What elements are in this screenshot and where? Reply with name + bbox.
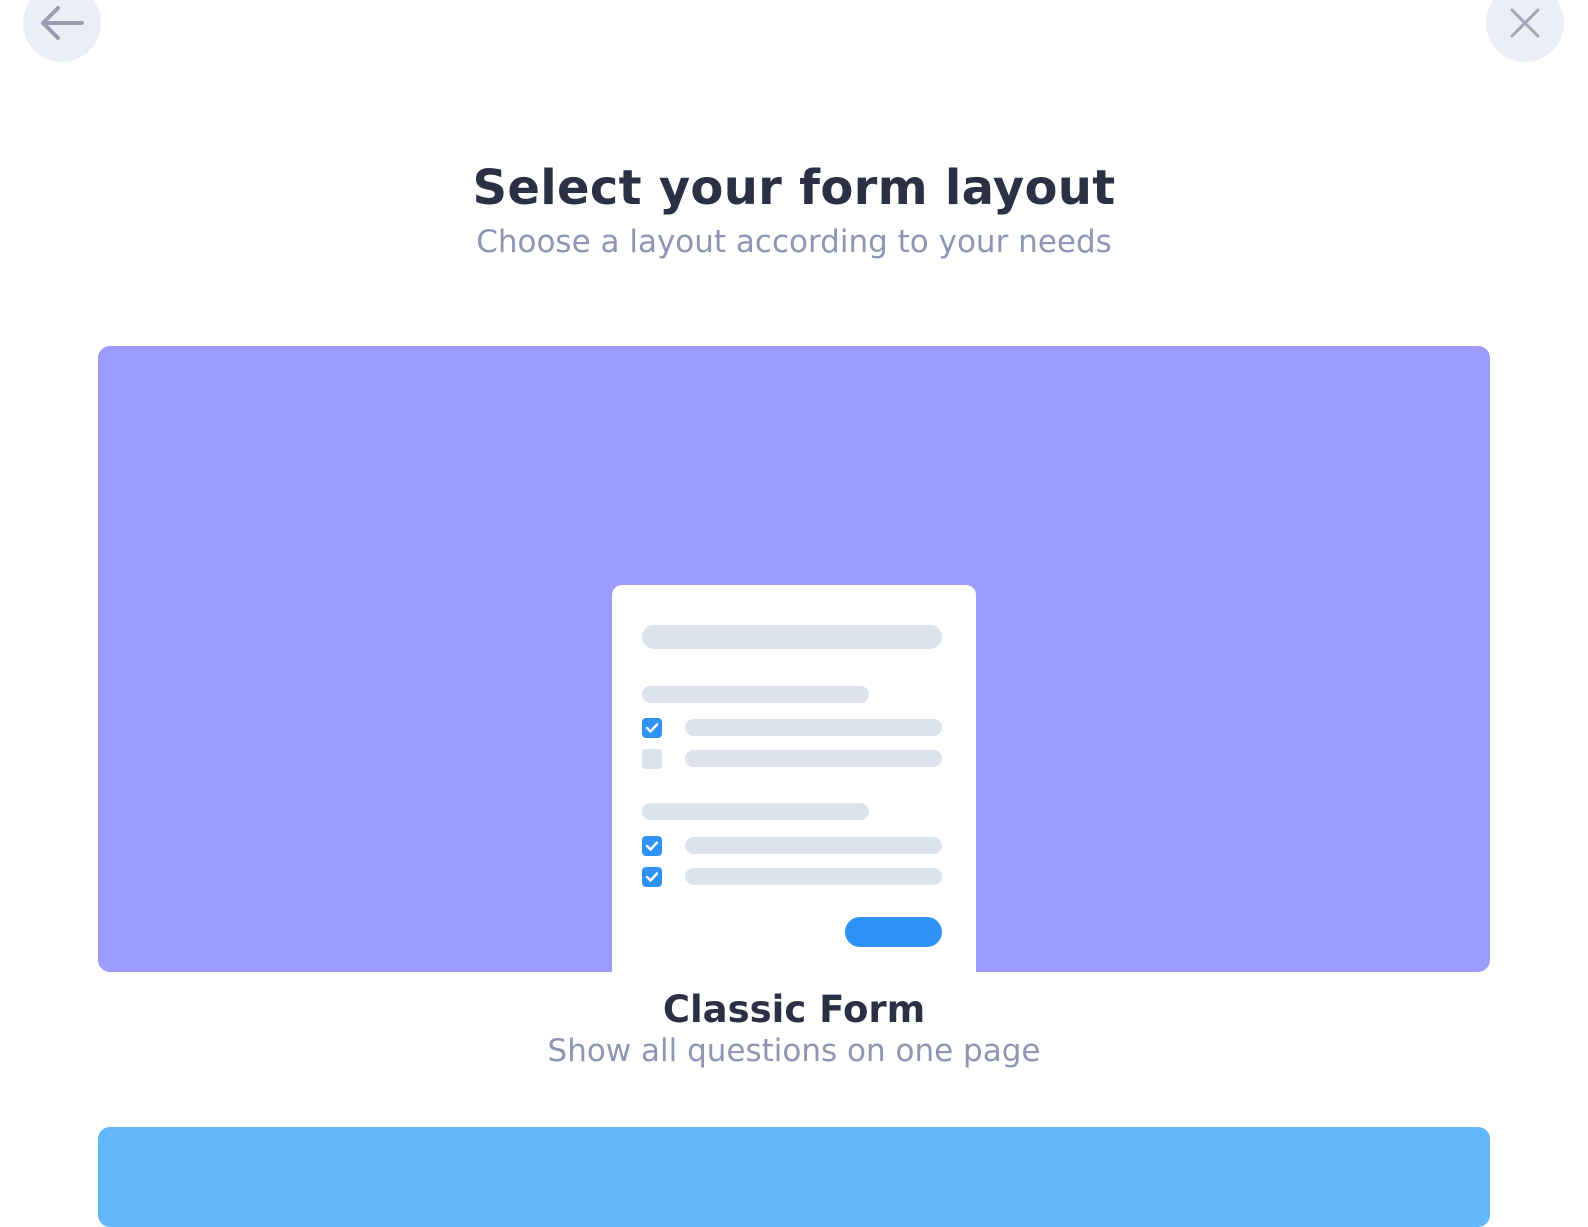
page-title: Select your form layout xyxy=(472,160,1116,216)
classic-form-description: Show all questions on one page xyxy=(547,1033,1041,1069)
preview-option-line xyxy=(685,719,942,736)
close-button[interactable] xyxy=(1486,0,1564,62)
classic-form-title: Classic Form xyxy=(662,988,926,1031)
back-button[interactable] xyxy=(23,0,101,62)
card-form-option-card[interactable] xyxy=(98,1127,1490,1227)
checkbox-checked-icon xyxy=(642,718,662,738)
close-icon xyxy=(1510,8,1540,38)
arrow-left-icon xyxy=(41,6,84,40)
preview-title-line xyxy=(642,625,942,649)
page-subtitle: Choose a layout according to your needs xyxy=(476,224,1112,260)
checkbox-checked-icon xyxy=(642,836,662,856)
preview-option-line xyxy=(685,868,942,885)
checkbox-unchecked-icon xyxy=(642,749,662,769)
classic-form-preview-icon xyxy=(612,585,976,972)
preview-question-line xyxy=(642,686,869,703)
classic-form-option-card[interactable] xyxy=(98,346,1490,972)
preview-option-line xyxy=(685,837,942,854)
checkbox-checked-icon xyxy=(642,867,662,887)
preview-submit-button xyxy=(845,917,942,947)
preview-option-line xyxy=(685,750,942,767)
preview-question-line xyxy=(642,803,869,820)
